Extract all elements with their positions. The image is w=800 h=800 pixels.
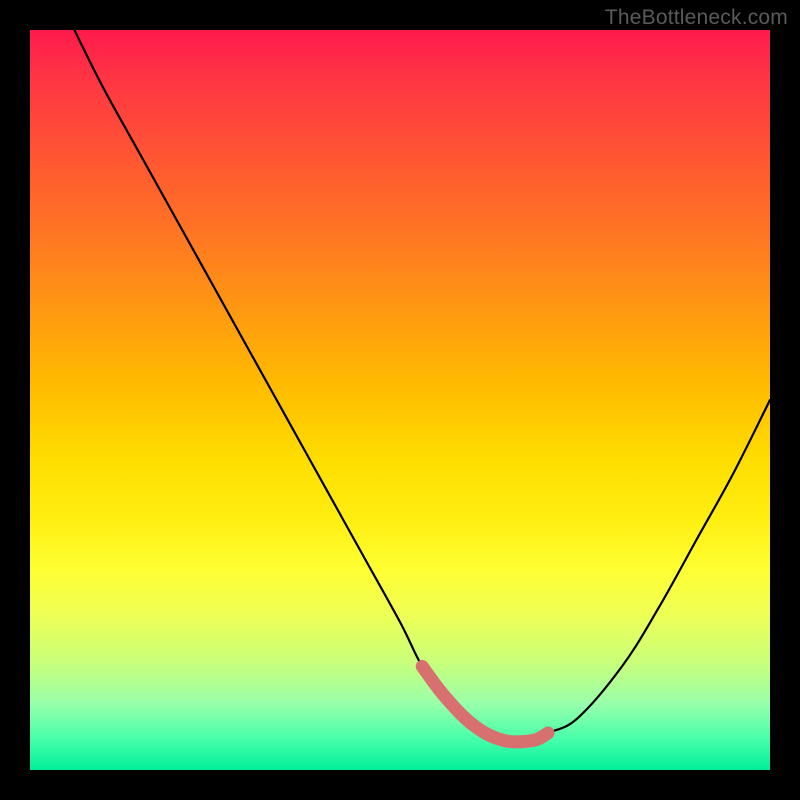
bottleneck-flat-highlight (422, 666, 548, 742)
watermark-text: TheBottleneck.com (605, 6, 788, 30)
bottleneck-gradient-plot (30, 30, 770, 770)
curve-layer (30, 30, 770, 770)
bottleneck-curve (74, 30, 770, 742)
